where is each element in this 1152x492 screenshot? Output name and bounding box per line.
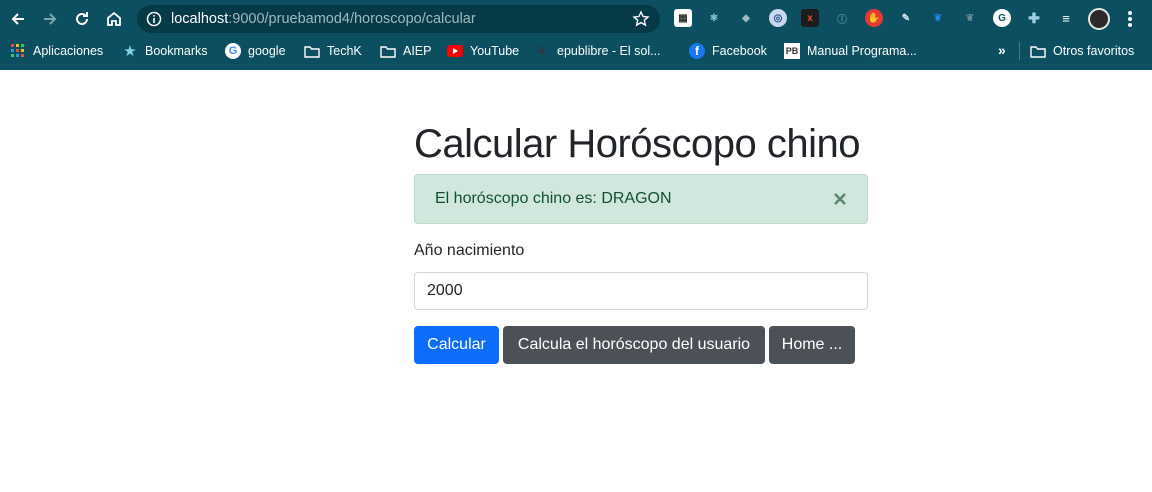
info-ext-icon[interactable]: ⓘ <box>833 9 851 27</box>
birth-year-label: Año nacimiento <box>414 242 525 259</box>
bookmark-facebook[interactable]: f Facebook <box>689 42 767 60</box>
bookmarks-bar: Aplicaciones ★ Bookmarks G google TechK … <box>0 38 1152 64</box>
star-icon: ★ <box>123 43 137 60</box>
pb-icon: PB <box>784 43 800 59</box>
youtube-icon <box>447 43 463 59</box>
bookmark-youtube[interactable]: YouTube <box>447 42 519 60</box>
arrow-left-icon <box>11 13 24 25</box>
bookmark-label: AIEP <box>403 44 432 58</box>
apps-grid-icon <box>10 43 26 59</box>
close-icon[interactable] <box>833 192 847 206</box>
result-alert: El horóscopo chino es: DRAGON <box>414 174 868 224</box>
grammarly-ext-icon[interactable]: G <box>993 9 1011 27</box>
bookmark-label: Manual Programa... <box>807 44 917 58</box>
folder-icon <box>380 43 396 59</box>
feather-blue-ext-icon[interactable]: ❦ <box>929 9 947 27</box>
chevron-double-right-icon[interactable]: » <box>998 42 1006 58</box>
profile-avatar[interactable] <box>1088 8 1110 30</box>
page-title: Calcular Horóscopo chino <box>414 122 861 166</box>
menu-kebab-icon[interactable] <box>1124 9 1136 29</box>
page-content: Calcular Horóscopo chino El horóscopo ch… <box>0 70 1152 492</box>
back-button[interactable] <box>6 7 30 31</box>
forward-button[interactable] <box>38 7 62 31</box>
react-ext-icon[interactable]: ⚛ <box>705 9 723 27</box>
url-text: localhost:9000/pruebamod4/horoscopo/calc… <box>171 11 476 27</box>
bookmark-aplicaciones[interactable]: Aplicaciones <box>10 42 103 60</box>
bookmark-bookmarks[interactable]: ★ Bookmarks <box>122 42 208 60</box>
info-icon[interactable] <box>146 11 162 27</box>
bookmark-google[interactable]: G google <box>225 42 286 60</box>
arrow-right-icon <box>44 13 57 25</box>
bookmark-label: epublibre - El sol... <box>557 44 661 58</box>
home-link-button[interactable]: Home ... <box>769 326 855 364</box>
browser-chrome: localhost:9000/pruebamod4/horoscopo/calc… <box>0 0 1152 70</box>
home-icon <box>107 11 121 26</box>
bookmark-aiep[interactable]: AIEP <box>380 42 432 60</box>
puzzle-ext-icon[interactable]: ✚ <box>1025 9 1043 27</box>
calendar-ext-icon[interactable]: ▦ <box>674 9 692 27</box>
bookmark-techk[interactable]: TechK <box>304 42 362 60</box>
url-host: localhost <box>171 11 229 27</box>
reload-button[interactable] <box>70 7 94 31</box>
dropbox-ext-icon[interactable]: ◆ <box>737 9 755 27</box>
folder-icon <box>304 43 320 59</box>
bookmark-label: Bookmarks <box>145 44 208 58</box>
feather-gray-ext-icon[interactable]: ❦ <box>961 9 979 27</box>
home-button[interactable] <box>102 7 126 31</box>
address-bar[interactable]: localhost:9000/pruebamod4/horoscopo/calc… <box>137 5 660 33</box>
bookmark-label: Aplicaciones <box>33 44 104 58</box>
x-ext-icon[interactable]: x <box>801 9 819 27</box>
bookmark-epublibre[interactable]: ❦ epublibre - El sol... <box>534 42 661 60</box>
url-path: :9000/pruebamod4/horoscopo/calcular <box>228 11 476 27</box>
pen-ext-icon[interactable]: ✎ <box>897 9 915 27</box>
circle-ext-icon[interactable]: ◎ <box>769 9 787 27</box>
google-icon: G <box>225 43 241 59</box>
bookmark-label: TechK <box>327 44 362 58</box>
facebook-icon: f <box>689 43 705 59</box>
reload-icon <box>76 12 88 25</box>
playlist-ext-icon[interactable]: ≡ <box>1057 9 1075 27</box>
bookmark-label: Otros favoritos <box>1053 44 1135 58</box>
bookmark-manual[interactable]: PB Manual Programa... <box>784 42 917 60</box>
birth-year-input[interactable] <box>414 272 868 310</box>
bookmark-otros-favoritos[interactable]: Otros favoritos <box>1030 42 1134 60</box>
calcula-usuario-button[interactable]: Calcula el horóscopo del usuario <box>503 326 765 364</box>
bookmark-label: google <box>248 44 286 58</box>
bookmark-star-icon[interactable] <box>632 10 650 28</box>
epublibre-icon: ❦ <box>536 43 548 58</box>
alert-message: El horóscopo chino es: DRAGON <box>435 190 672 207</box>
bookmark-label: Facebook <box>712 44 767 58</box>
stop-ext-icon[interactable]: ✋ <box>865 9 883 27</box>
calcular-button[interactable]: Calcular <box>414 326 499 364</box>
browser-toolbar: localhost:9000/pruebamod4/horoscopo/calc… <box>0 0 1152 38</box>
folder-icon <box>1030 43 1046 59</box>
bookmark-label: YouTube <box>470 44 520 58</box>
bookmarks-divider <box>1019 42 1020 60</box>
